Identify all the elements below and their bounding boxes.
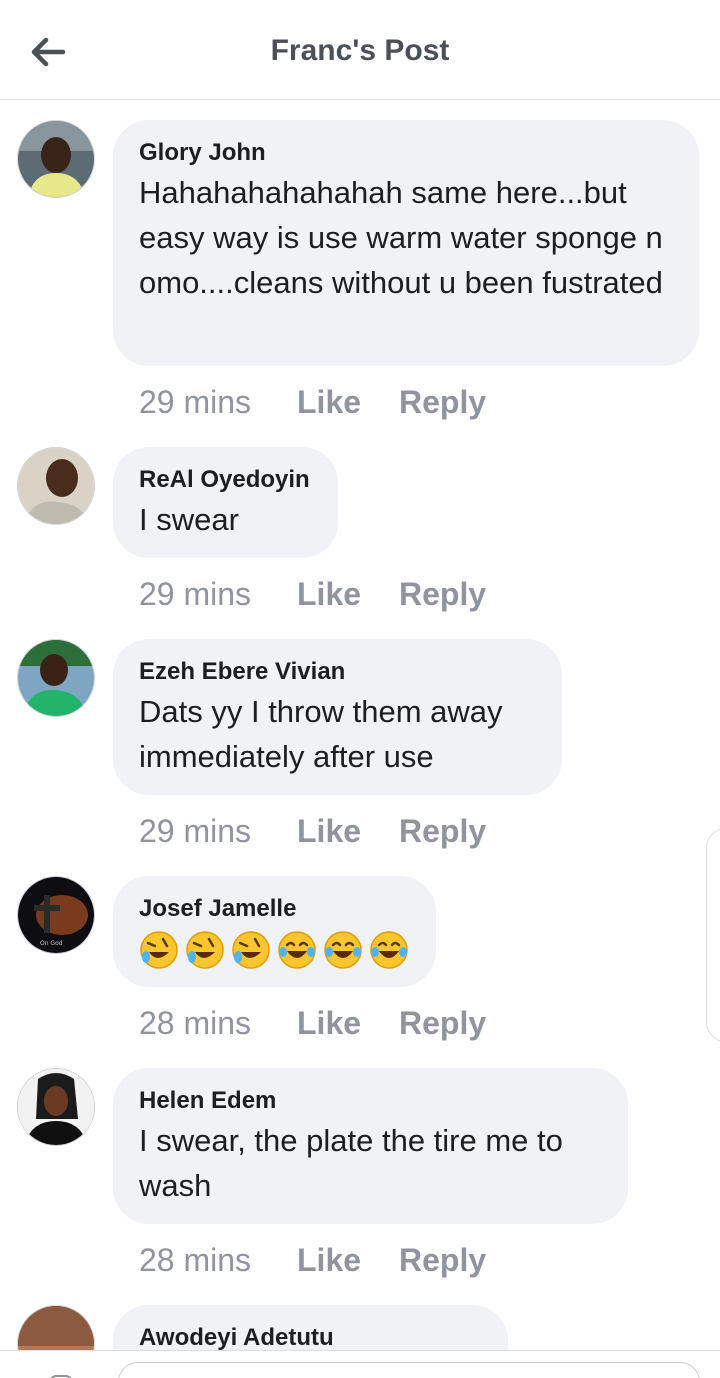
avatar[interactable] <box>17 639 95 717</box>
reply-button[interactable]: Reply <box>399 576 486 613</box>
comment-author[interactable]: Glory John <box>139 138 673 168</box>
reply-button[interactable]: Reply <box>399 813 486 850</box>
post-comments-screen: Franc's Post Glory John Hahahahahahahah … <box>0 0 720 1378</box>
reply-button[interactable]: Reply <box>399 1005 486 1042</box>
comment-author[interactable]: Helen Edem <box>139 1086 602 1116</box>
reply-button[interactable]: Reply <box>399 1242 486 1279</box>
comment-time[interactable]: 29 mins <box>139 813 297 850</box>
comment-text: Hahahahahahahah same here...but easy way… <box>139 175 663 300</box>
comment-author[interactable]: Awodeyi Adetutu <box>139 1323 482 1353</box>
comment-composer <box>0 1350 720 1378</box>
avatar-caption: On God <box>40 940 63 947</box>
comment-actions: 28 mins Like Reply <box>139 1005 486 1042</box>
comment-actions: 29 mins Like Reply <box>139 384 486 421</box>
rolling-laughing-emoji <box>232 931 270 969</box>
emoji-row <box>139 930 410 970</box>
rolling-laughing-emoji <box>140 931 178 969</box>
side-panel-edge[interactable] <box>706 828 720 1042</box>
tears-of-joy-emoji <box>278 931 316 969</box>
tears-of-joy-emoji <box>370 931 408 969</box>
comment-text: I swear <box>139 502 239 537</box>
comment-author[interactable]: Josef Jamelle <box>139 894 410 924</box>
avatar[interactable]: On God <box>17 876 95 954</box>
avatar[interactable] <box>17 120 95 198</box>
like-button[interactable]: Like <box>297 576 399 613</box>
comment-time[interactable]: 29 mins <box>139 384 297 421</box>
comment-bubble: Josef Jamelle <box>113 876 436 987</box>
comment-actions: 29 mins Like Reply <box>139 576 486 613</box>
comment-time[interactable]: 28 mins <box>139 1005 297 1042</box>
like-button[interactable]: Like <box>297 1005 399 1042</box>
comment-actions: 28 mins Like Reply <box>139 1242 486 1279</box>
rolling-laughing-emoji <box>186 931 224 969</box>
comment-text: Dats yy I throw them away immediately af… <box>139 694 503 774</box>
comment-time[interactable]: 28 mins <box>139 1242 297 1279</box>
like-button[interactable]: Like <box>297 813 399 850</box>
reply-button[interactable]: Reply <box>399 384 486 421</box>
comment-author[interactable]: ReAl Oyedoyin <box>139 465 312 495</box>
page-title: Franc's Post <box>270 34 450 67</box>
comment-input[interactable] <box>118 1362 700 1378</box>
comment-bubble: ReAl Oyedoyin I swear <box>113 447 338 558</box>
comment-time[interactable]: 29 mins <box>139 576 297 613</box>
avatar[interactable] <box>17 447 95 525</box>
comment-author[interactable]: Ezeh Ebere Vivian <box>139 657 536 687</box>
top-bar: Franc's Post <box>0 0 720 100</box>
like-button[interactable]: Like <box>297 384 399 421</box>
comment-bubble: Helen Edem I swear, the plate the tire m… <box>113 1068 628 1224</box>
comment-bubble: Ezeh Ebere Vivian Dats yy I throw them a… <box>113 639 562 795</box>
comment-actions: 29 mins Like Reply <box>139 813 486 850</box>
comment-bubble: Glory John Hahahahahahahah same here...b… <box>113 120 699 366</box>
avatar[interactable] <box>17 1068 95 1146</box>
like-button[interactable]: Like <box>297 1242 399 1279</box>
tears-of-joy-emoji <box>324 931 362 969</box>
comment-text: I swear, the plate the tire me to wash <box>139 1123 563 1203</box>
